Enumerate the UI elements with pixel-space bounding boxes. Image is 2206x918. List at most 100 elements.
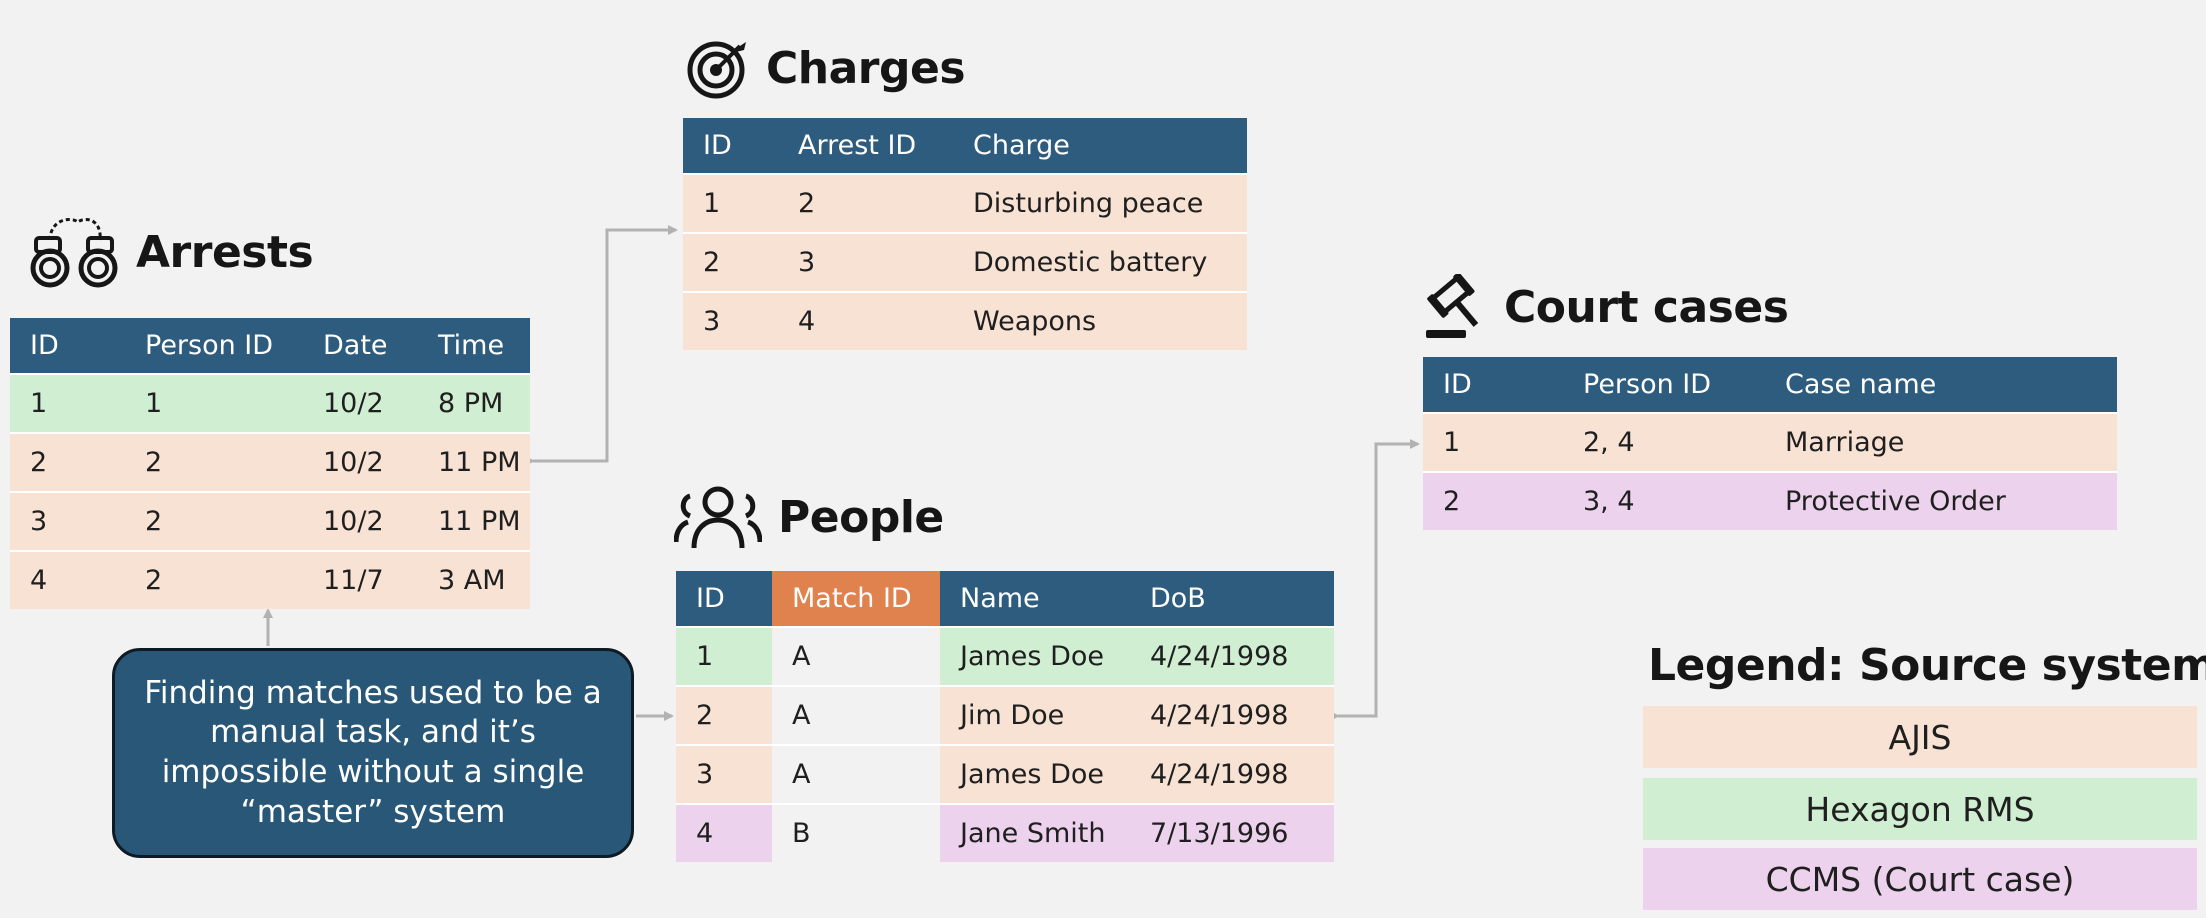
court-cases-col-person-id: Person ID [1563, 357, 1765, 413]
table-cell: James Doe [940, 626, 1130, 686]
table-row: 1 2 Disturbing peace [683, 173, 1247, 233]
table-cell: 4 [778, 291, 953, 350]
table-cell: 2, 4 [1563, 412, 1765, 472]
table-cell: 2 [125, 432, 303, 492]
table-cell: 4 [676, 803, 772, 862]
court-cases-title-text: Court cases [1504, 281, 1789, 333]
table-row: 3 A James Doe 4/24/1998 [676, 744, 1334, 804]
table-cell: Protective Order [1765, 471, 2117, 530]
table-row: 4 2 11/7 3 AM [10, 550, 530, 609]
table-cell: 1 [683, 173, 778, 233]
arrests-charges-connector [525, 225, 678, 466]
people-title-text: People [778, 491, 944, 543]
table-cell: 10/2 [303, 432, 418, 492]
table-cell: 4/24/1998 [1130, 744, 1334, 804]
charges-header-row: ID Arrest ID Charge [683, 118, 1247, 174]
table-cell: 2 [683, 232, 778, 292]
table-row: 3 4 Weapons [683, 291, 1247, 350]
target-icon [686, 36, 750, 100]
table-cell: 11 PM [418, 491, 530, 551]
table-cell: B [772, 803, 940, 862]
people-header-row: ID Match ID Name DoB [676, 571, 1334, 627]
table-cell: 2 [778, 173, 953, 233]
legend-title: Legend: Source system [1648, 640, 2206, 691]
table-cell: A [772, 685, 940, 745]
table-row: 2 2 10/2 11 PM [10, 432, 530, 492]
table-row: 2 3, 4 Protective Order [1423, 471, 2117, 530]
table-row: 4 B Jane Smith 7/13/1996 [676, 803, 1334, 862]
arrests-col-id: ID [10, 318, 125, 374]
table-cell: 4/24/1998 [1130, 685, 1334, 745]
table-cell: A [772, 626, 940, 686]
court-cases-table: ID Person ID Case name 1 2, 4 Marriage 2… [1423, 357, 2117, 530]
callout-box: Finding matches used to be a manual task… [112, 648, 634, 858]
table-row: 1 1 10/2 8 PM [10, 373, 530, 433]
arrests-header-row: ID Person ID Date Time [10, 318, 530, 374]
charges-title-text: Charges [766, 42, 966, 94]
table-cell: 2 [676, 685, 772, 745]
legend-item-ccms: CCMS (Court case) [1643, 848, 2197, 910]
legend-item-hexagon-rms: Hexagon RMS [1643, 778, 2197, 840]
table-cell: Weapons [953, 291, 1247, 350]
handcuffs-icon [30, 212, 120, 292]
table-cell: A [772, 744, 940, 804]
table-cell: 1 [125, 373, 303, 433]
charges-table: ID Arrest ID Charge 1 2 Disturbing peace… [683, 118, 1247, 350]
court-cases-title: Court cases [1422, 274, 1789, 340]
table-cell: 3 [676, 744, 772, 804]
table-cell: 1 [10, 373, 125, 433]
charges-col-arrest-id: Arrest ID [778, 118, 953, 174]
table-cell: 11/7 [303, 550, 418, 609]
table-row: 2 A Jim Doe 4/24/1998 [676, 685, 1334, 745]
people-col-dob: DoB [1130, 571, 1334, 627]
people-table: ID Match ID Name DoB 1 A James Doe 4/24/… [676, 571, 1334, 862]
arrests-col-person-id: Person ID [125, 318, 303, 374]
arrests-title-text: Arrests [136, 226, 314, 278]
table-cell: 4 [10, 550, 125, 609]
table-cell: Jane Smith [940, 803, 1130, 862]
table-cell: 2 [10, 432, 125, 492]
table-cell: Disturbing peace [953, 173, 1247, 233]
court-cases-header-row: ID Person ID Case name [1423, 357, 2117, 413]
table-row: 1 2, 4 Marriage [1423, 412, 2117, 472]
charges-col-id: ID [683, 118, 778, 174]
table-cell: 7/13/1996 [1130, 803, 1334, 862]
table-cell: 10/2 [303, 373, 418, 433]
table-cell: Marriage [1765, 412, 2117, 472]
people-col-name: Name [940, 571, 1130, 627]
table-cell: 3 AM [418, 550, 530, 609]
callout-text: Finding matches used to be a manual task… [144, 674, 602, 830]
arrests-col-date: Date [303, 318, 418, 374]
table-cell: 11 PM [418, 432, 530, 492]
arrests-col-time: Time [418, 318, 530, 374]
table-cell: James Doe [940, 744, 1130, 804]
table-cell: 2 [1423, 471, 1563, 530]
table-cell: 2 [125, 491, 303, 551]
table-cell: 10/2 [303, 491, 418, 551]
table-cell: 8 PM [418, 373, 530, 433]
people-title: People [674, 484, 944, 550]
table-row: 2 3 Domestic battery [683, 232, 1247, 292]
legend-item-ajis: AJIS [1643, 706, 2197, 768]
people-col-id: ID [676, 571, 772, 627]
table-cell: 3 [778, 232, 953, 292]
table-cell: 1 [1423, 412, 1563, 472]
people-court-connector [1330, 439, 1420, 721]
court-cases-col-id: ID [1423, 357, 1563, 413]
table-row: 1 A James Doe 4/24/1998 [676, 626, 1334, 686]
arrests-table: ID Person ID Date Time 1 1 10/2 8 PM 2 2… [10, 318, 530, 609]
table-cell: 3, 4 [1563, 471, 1765, 530]
people-icon [674, 484, 762, 550]
table-cell: 3 [683, 291, 778, 350]
table-cell: 4/24/1998 [1130, 626, 1334, 686]
table-cell: 1 [676, 626, 772, 686]
people-col-match-id: Match ID [772, 571, 940, 627]
table-row: 3 2 10/2 11 PM [10, 491, 530, 551]
arrests-title: Arrests [30, 212, 314, 292]
table-cell: 2 [125, 550, 303, 609]
court-cases-col-case-name: Case name [1765, 357, 2117, 413]
table-cell: Jim Doe [940, 685, 1130, 745]
charges-title: Charges [686, 36, 966, 100]
gavel-icon [1422, 274, 1488, 340]
charges-col-charge: Charge [953, 118, 1247, 174]
